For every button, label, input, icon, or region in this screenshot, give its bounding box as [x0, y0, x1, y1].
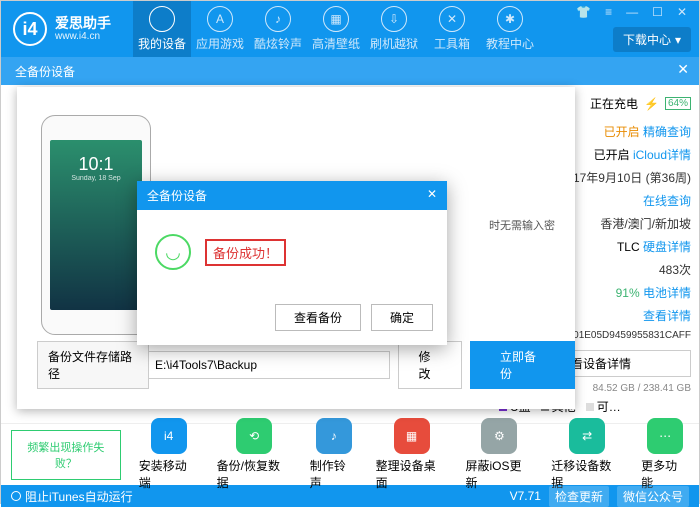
action-ringtone[interactable]: ♪制作铃声	[310, 418, 358, 491]
note-suffix: 时无需输入密	[489, 217, 555, 233]
app-logo: i4 爱思助手 www.i4.cn	[1, 12, 123, 46]
migrate-icon: ⇄	[569, 418, 605, 454]
version-label: V7.71	[510, 489, 541, 503]
app-name: 爱思助手	[55, 15, 111, 32]
battery-percent: 64%	[665, 97, 691, 110]
fail-help-button[interactable]: 频繁出现操作失败？	[11, 430, 121, 480]
view-backup-button[interactable]: 查看备份	[275, 304, 361, 331]
bottom-actions: 频繁出现操作失败？ i4安装移动端 ⟲备份/恢复数据 ♪制作铃声 ▦整理设备桌面…	[1, 423, 699, 485]
wardrobe-icon[interactable]: 👕	[572, 5, 595, 19]
nav-tutorial[interactable]: ✱教程中心	[481, 1, 539, 57]
chevron-down-icon: ▾	[675, 33, 681, 47]
disk-detail-link[interactable]: 硬盘详情	[643, 240, 691, 254]
radio-icon[interactable]	[11, 491, 21, 501]
action-block-update[interactable]: ⚙屏蔽iOS更新	[465, 418, 533, 491]
legend-free-icon	[586, 403, 594, 411]
bolt-icon: ⚡	[644, 97, 659, 111]
download-center-button[interactable]: 下载中心▾	[613, 27, 691, 52]
action-more[interactable]: ⋯更多功能	[641, 418, 689, 491]
image-icon: ▦	[323, 6, 349, 32]
minimize-icon[interactable]: —	[622, 5, 642, 19]
grid-icon: ▦	[394, 418, 430, 454]
path-label: 备份文件存储路径	[37, 341, 149, 389]
icloud-detail-link[interactable]: iCloud详情	[633, 148, 691, 162]
ringtone-icon: ♪	[316, 418, 352, 454]
path-input[interactable]: E:\i4Tools7\Backup	[149, 351, 390, 379]
success-dialog: 全备份设备 ✕ ◡ 备份成功！ 查看备份 确定	[137, 181, 447, 345]
battery-detail-link[interactable]: 电池详情	[643, 286, 691, 300]
dialog-title: 全备份设备	[147, 187, 207, 204]
apple-icon	[149, 6, 175, 32]
maximize-icon[interactable]: ☐	[648, 5, 667, 19]
tab-bar: 全备份设备 ✕	[1, 57, 699, 85]
action-organize[interactable]: ▦整理设备桌面	[376, 418, 448, 491]
book-icon: ✱	[497, 6, 523, 32]
tab-close-icon[interactable]: ✕	[677, 61, 689, 78]
bell-icon: ♪	[265, 6, 291, 32]
block-itunes-label[interactable]: 阻止iTunes自动运行	[25, 488, 133, 505]
action-backup-restore[interactable]: ⟲备份/恢复数据	[217, 418, 292, 491]
nav-ringtones[interactable]: ♪酷炫铃声	[249, 1, 307, 57]
nav-flash[interactable]: ⇩刷机越狱	[365, 1, 423, 57]
ok-button[interactable]: 确定	[371, 304, 433, 331]
install-icon: i4	[151, 418, 187, 454]
backup-icon: ⟲	[236, 418, 272, 454]
dialog-close-icon[interactable]: ✕	[427, 187, 437, 204]
settings-icon[interactable]: ≡	[601, 5, 616, 19]
nav-tools[interactable]: ✕工具箱	[423, 1, 481, 57]
block-icon: ⚙	[481, 418, 517, 454]
window-controls: 👕 ≡ — ☐ ✕	[572, 5, 691, 19]
charging-label: 正在充电	[590, 95, 638, 112]
nav-wallpaper[interactable]: ▦高清壁纸	[307, 1, 365, 57]
phone-date: Sunday, 18 Sep	[50, 175, 142, 182]
backup-now-button[interactable]: 立即备份	[470, 341, 575, 389]
check-update-button[interactable]: 检查更新	[549, 486, 609, 507]
action-migrate[interactable]: ⇄迁移设备数据	[551, 418, 623, 491]
more-icon: ⋯	[647, 418, 683, 454]
tools-icon: ✕	[439, 6, 465, 32]
main-nav: 我的设备 A应用游戏 ♪酷炫铃声 ▦高清壁纸 ⇩刷机越狱 ✕工具箱 ✱教程中心	[133, 1, 539, 57]
warranty-link[interactable]: 在线查询	[643, 192, 691, 209]
modify-button[interactable]: 修改	[398, 341, 463, 389]
phone-time: 10:1	[50, 154, 142, 175]
smile-icon: ◡	[155, 234, 191, 270]
wechat-button[interactable]: 微信公众号	[617, 486, 689, 507]
nav-apps[interactable]: A应用游戏	[191, 1, 249, 57]
logo-icon: i4	[13, 12, 47, 46]
success-message: 备份成功！	[205, 239, 286, 266]
app-url: www.i4.cn	[55, 31, 111, 43]
phone-mockup: 10:1 Sunday, 18 Sep	[41, 115, 151, 335]
close-icon[interactable]: ✕	[673, 5, 691, 19]
nav-my-device[interactable]: 我的设备	[133, 1, 191, 57]
exact-query-link[interactable]: 精确查询	[643, 125, 691, 139]
apps-icon: A	[207, 6, 233, 32]
serial-link[interactable]: 查看详情	[643, 307, 691, 324]
tab-title: 全备份设备	[15, 63, 75, 80]
action-install-mobile[interactable]: i4安装移动端	[139, 418, 199, 491]
download-icon: ⇩	[381, 6, 407, 32]
